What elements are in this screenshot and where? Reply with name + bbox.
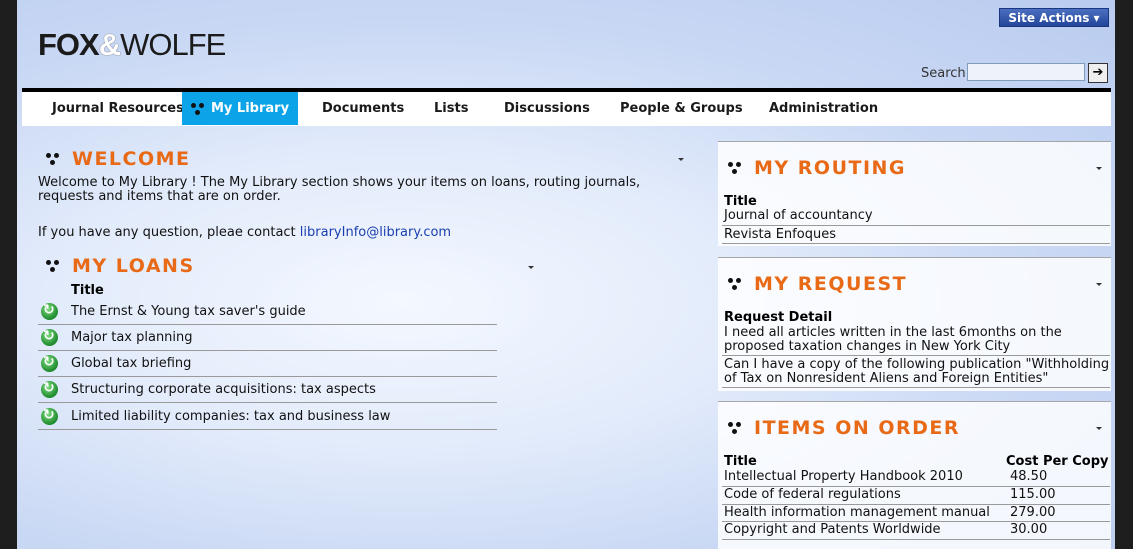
sharepoint-dots-icon — [728, 422, 744, 435]
order-title-cell: Health information management manual — [724, 505, 990, 520]
renew-icon[interactable] — [41, 302, 58, 320]
request-row[interactable]: I need all articles written in the last … — [722, 326, 1110, 356]
order-row[interactable]: Health information management manual 279.… — [722, 505, 1110, 522]
routing-row[interactable]: Revista Enfoques — [722, 226, 1110, 244]
routing-row[interactable]: Journal of accountancy — [722, 209, 1110, 226]
order-title-cell: Copyright and Patents Worldwide — [724, 522, 941, 537]
loan-row: The Ernst & Young tax saver's guide — [38, 299, 497, 325]
sharepoint-dots-icon — [728, 162, 744, 175]
order-row[interactable]: Copyright and Patents Worldwide 30.00 — [722, 522, 1110, 540]
order-title-text: ITEMS ON ORDER — [754, 417, 961, 439]
routing-column-title: Title — [724, 194, 757, 209]
loans-title: MY LOANS — [46, 255, 195, 277]
sharepoint-dots-icon — [728, 278, 744, 291]
order-row[interactable]: Intellectual Property Handbook 2010 48.50 — [722, 470, 1110, 487]
search-label: Search — [921, 66, 966, 81]
order-menu-caret-icon[interactable] — [1096, 427, 1102, 430]
welcome-title: WELCOME — [46, 148, 191, 170]
logo: FOX&WOLFE — [38, 27, 226, 63]
order-row[interactable]: Code of federal regulations 115.00 — [722, 487, 1110, 505]
routing-menu-caret-icon[interactable] — [1096, 167, 1102, 170]
order-cost-cell: 48.50 — [1010, 469, 1048, 484]
nav-discussions[interactable]: Discussions — [504, 92, 590, 125]
top-nav: Journal Resources My Library Documents L… — [22, 92, 1111, 126]
renew-icon[interactable] — [41, 407, 58, 425]
loan-title[interactable]: Structuring corporate acquisitions: tax … — [71, 382, 376, 397]
order-column-title: Title — [724, 454, 757, 469]
request-menu-caret-icon[interactable] — [1096, 283, 1102, 286]
contact-email-link[interactable]: libraryInfo@library.com — [300, 225, 451, 240]
loan-title[interactable]: The Ernst & Young tax saver's guide — [71, 304, 306, 319]
nav-people-groups[interactable]: People & Groups — [620, 92, 743, 125]
sharepoint-dots-icon — [46, 153, 62, 166]
loan-row: Global tax briefing — [38, 351, 497, 377]
loan-row: Major tax planning — [38, 325, 497, 351]
loans-menu-caret-icon[interactable] — [528, 266, 534, 269]
nav-my-library-label: My Library — [211, 101, 290, 116]
loans-title-text: MY LOANS — [72, 255, 195, 277]
order-title: ITEMS ON ORDER — [728, 417, 960, 439]
renew-icon[interactable] — [41, 380, 58, 398]
routing-title-text: MY ROUTING — [754, 157, 907, 179]
request-detail-cell: Can I have a copy of the following publi… — [724, 357, 1110, 386]
sharepoint-dots-icon — [46, 260, 62, 273]
routing-title-cell: Revista Enfoques — [724, 227, 836, 242]
order-cost-cell: 30.00 — [1010, 522, 1048, 537]
arrow-right-icon: ➔ — [1092, 65, 1104, 80]
order-cost-cell: 279.00 — [1010, 505, 1056, 520]
nav-my-library[interactable]: My Library — [182, 92, 299, 125]
nav-documents[interactable]: Documents — [322, 92, 404, 125]
welcome-contact: If you have any question, pleae contact … — [38, 225, 451, 240]
search-go-button[interactable]: ➔ — [1088, 63, 1108, 83]
welcome-title-text: WELCOME — [72, 148, 191, 170]
welcome-text: Welcome to My Library ! The My Library s… — [38, 175, 641, 204]
request-title-text: MY REQUEST — [754, 273, 908, 295]
loan-row: Structuring corporate acquisitions: tax … — [38, 377, 497, 403]
loan-row: Limited liability companies: tax and bus… — [38, 404, 497, 430]
request-row[interactable]: Can I have a copy of the following publi… — [722, 357, 1110, 388]
search-input[interactable] — [967, 63, 1085, 81]
request-panel: MY REQUEST Request Detail I need all art… — [718, 257, 1111, 391]
welcome-menu-caret-icon[interactable] — [678, 158, 684, 161]
logo-wolfe: WOLFE — [120, 27, 226, 62]
site-actions-button[interactable]: Site Actions ▾ — [999, 8, 1109, 27]
loan-title[interactable]: Limited liability companies: tax and bus… — [71, 409, 390, 424]
welcome-contact-prefix: If you have any question, pleae contact — [38, 225, 300, 240]
routing-panel: MY ROUTING Title Journal of accountancy … — [718, 141, 1111, 246]
loan-title[interactable]: Global tax briefing — [71, 356, 191, 371]
request-title: MY REQUEST — [728, 273, 907, 295]
nav-lists[interactable]: Lists — [434, 92, 468, 125]
nav-administration[interactable]: Administration — [769, 92, 878, 125]
request-detail-cell: I need all articles written in the last … — [724, 325, 1062, 354]
logo-fox: FOX — [38, 27, 100, 62]
renew-icon[interactable] — [41, 354, 58, 372]
sharepoint-dots-icon — [191, 102, 205, 115]
order-column-cost: Cost Per Copy — [1006, 454, 1109, 469]
order-title-cell: Intellectual Property Handbook 2010 — [724, 469, 963, 484]
nav-journal-resources[interactable]: Journal Resources — [52, 92, 184, 125]
renew-icon[interactable] — [41, 328, 58, 346]
routing-title-cell: Journal of accountancy — [724, 208, 873, 223]
logo-amp: & — [98, 27, 121, 62]
order-cost-cell: 115.00 — [1010, 487, 1056, 502]
order-title-cell: Code of federal regulations — [724, 487, 901, 502]
page: Site Actions ▾ FOX&WOLFE Search ➔ Journa… — [17, 0, 1115, 549]
request-column-title: Request Detail — [724, 310, 833, 325]
order-panel: ITEMS ON ORDER Title Cost Per Copy Intel… — [718, 401, 1111, 549]
loan-title[interactable]: Major tax planning — [71, 330, 193, 345]
loans-column-title: Title — [71, 283, 104, 298]
routing-title: MY ROUTING — [728, 157, 906, 179]
